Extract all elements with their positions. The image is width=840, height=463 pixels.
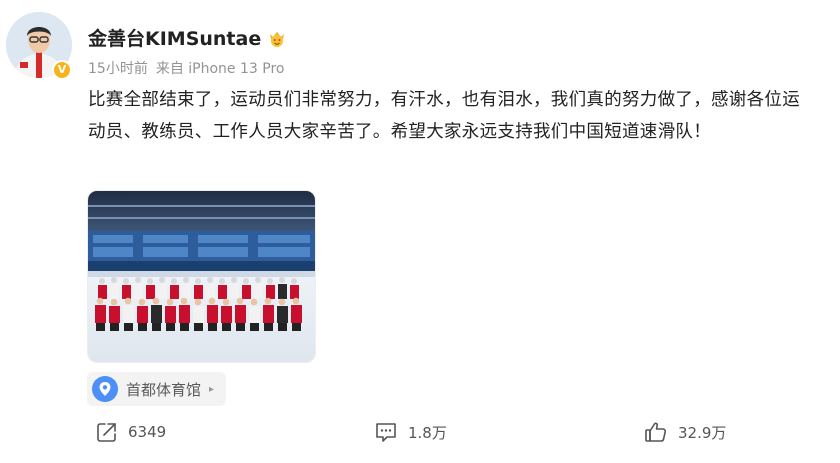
crown-heart-eyes-icon (267, 28, 287, 48)
post-time[interactable]: 15小时前 (88, 58, 148, 78)
post-meta: 15小时前 来自 iPhone 13 Pro (88, 58, 284, 78)
weibo-post: V 金善台KIMSuntae 15小时前 来自 iPhone 13 Pro 比赛… (0, 0, 840, 463)
share-button[interactable]: 6349 (96, 420, 166, 444)
comment-button[interactable]: 1.8万 (374, 420, 447, 444)
share-count: 6349 (128, 423, 167, 441)
location-pin-icon (92, 376, 118, 402)
location-chip[interactable]: 首都体育馆 ▸ (87, 372, 227, 406)
post-source: 来自 iPhone 13 Pro (155, 61, 285, 77)
username-text: 金善台KIMSuntae (88, 28, 262, 50)
comment-icon (374, 421, 398, 443)
post-photo[interactable] (87, 190, 316, 363)
chevron-right-icon: ▸ (209, 383, 215, 395)
like-count: 32.9万 (678, 423, 727, 442)
share-icon (96, 421, 118, 443)
like-button[interactable]: 32.9万 (644, 420, 726, 444)
location-label: 首都体育馆 (126, 380, 202, 399)
verified-badge: V (52, 60, 72, 80)
team-photo-image (88, 191, 315, 362)
comment-count: 1.8万 (408, 423, 447, 442)
thumbs-up-icon (644, 421, 668, 443)
username-link[interactable]: 金善台KIMSuntae (88, 24, 287, 51)
post-text: 比赛全部结束了，运动员们非常努力，有汗水，也有泪水，我们真的努力做了，感谢各位运… (88, 90, 800, 142)
